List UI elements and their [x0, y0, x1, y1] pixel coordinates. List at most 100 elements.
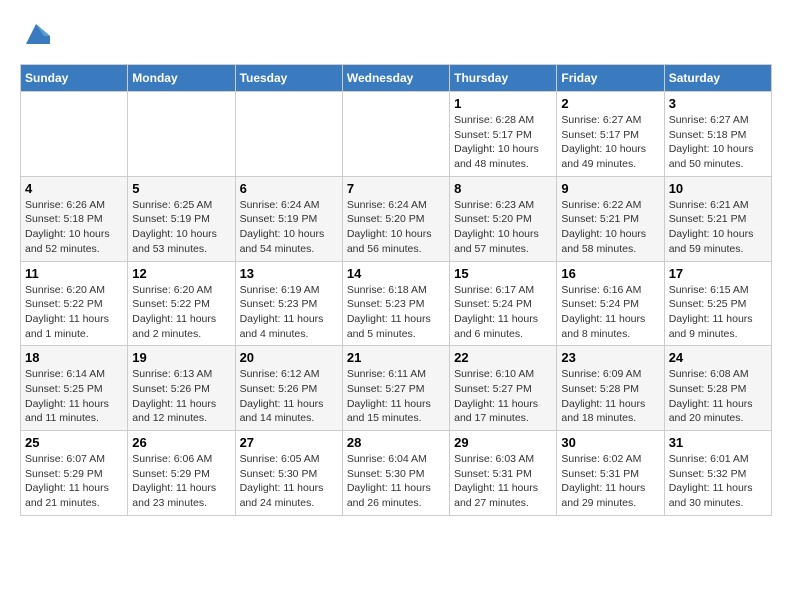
- day-info: Sunrise: 6:25 AMSunset: 5:19 PMDaylight:…: [132, 198, 230, 257]
- logo-icon: [22, 20, 50, 48]
- day-number: 31: [669, 435, 767, 450]
- calendar-cell: 13Sunrise: 6:19 AMSunset: 5:23 PMDayligh…: [235, 261, 342, 346]
- calendar-cell: 17 Sunrise: 6:15 AMSunset: 5:25 PMDayligh…: [664, 261, 771, 346]
- calendar-cell: 7Sunrise: 6:24 AMSunset: 5:20 PMDaylight…: [342, 176, 449, 261]
- calendar-cell: 1 Sunrise: 6:28 AMSunset: 5:17 PMDaylight…: [450, 92, 557, 177]
- calendar-week-row: 18Sunrise: 6:14 AMSunset: 5:25 PMDayligh…: [21, 346, 772, 431]
- day-number: 22: [454, 350, 552, 365]
- calendar-cell: 28 Sunrise: 6:04 AMSunset: 5:30 PMDayligh…: [342, 431, 449, 516]
- day-number: 8: [454, 181, 552, 196]
- calendar-cell: 15 Sunrise: 6:17 AMSunset: 5:24 PMDayligh…: [450, 261, 557, 346]
- day-number: 25: [25, 435, 123, 450]
- day-number: 16: [561, 266, 659, 281]
- calendar-week-row: 4Sunrise: 6:26 AMSunset: 5:18 PMDaylight…: [21, 176, 772, 261]
- day-info: Sunrise: 6:27 AMSunset: 5:18 PMDaylight:…: [669, 113, 767, 172]
- day-number: 20: [240, 350, 338, 365]
- day-number: 6: [240, 181, 338, 196]
- calendar-cell: [21, 92, 128, 177]
- day-info: Sunrise: 6:01 AMSunset: 5:32 PMDaylight:…: [669, 452, 767, 511]
- calendar-week-row: 25 Sunrise: 6:07 AMSunset: 5:29 PMDayligh…: [21, 431, 772, 516]
- day-info: Sunrise: 6:21 AMSunset: 5:21 PMDaylight:…: [669, 198, 767, 257]
- day-number: 30: [561, 435, 659, 450]
- day-number: 29: [454, 435, 552, 450]
- calendar-cell: 21 Sunrise: 6:11 AMSunset: 5:27 PMDayligh…: [342, 346, 449, 431]
- column-header-tuesday: Tuesday: [235, 65, 342, 92]
- day-info: Sunrise: 6:17 AMSunset: 5:24 PMDaylight:…: [454, 283, 552, 342]
- logo: [20, 20, 50, 48]
- day-info: Sunrise: 6:05 AMSunset: 5:30 PMDaylight:…: [240, 452, 338, 511]
- day-info: Sunrise: 6:22 AMSunset: 5:21 PMDaylight:…: [561, 198, 659, 257]
- day-info: Sunrise: 6:09 AMSunset: 5:28 PMDaylight:…: [561, 367, 659, 426]
- calendar-header-row: SundayMondayTuesdayWednesdayThursdayFrid…: [21, 65, 772, 92]
- calendar-week-row: 11Sunrise: 6:20 AMSunset: 5:22 PMDayligh…: [21, 261, 772, 346]
- calendar-cell: 5 Sunrise: 6:25 AMSunset: 5:19 PMDaylight…: [128, 176, 235, 261]
- day-number: 17: [669, 266, 767, 281]
- day-info: Sunrise: 6:11 AMSunset: 5:27 PMDaylight:…: [347, 367, 445, 426]
- day-info: Sunrise: 6:20 AMSunset: 5:22 PMDaylight:…: [132, 283, 230, 342]
- day-info: Sunrise: 6:13 AMSunset: 5:26 PMDaylight:…: [132, 367, 230, 426]
- calendar-cell: [128, 92, 235, 177]
- day-info: Sunrise: 6:24 AMSunset: 5:19 PMDaylight:…: [240, 198, 338, 257]
- day-number: 10: [669, 181, 767, 196]
- calendar-cell: 4Sunrise: 6:26 AMSunset: 5:18 PMDaylight…: [21, 176, 128, 261]
- day-info: Sunrise: 6:07 AMSunset: 5:29 PMDaylight:…: [25, 452, 123, 511]
- calendar-cell: 30Sunrise: 6:02 AMSunset: 5:31 PMDayligh…: [557, 431, 664, 516]
- calendar-cell: [342, 92, 449, 177]
- calendar-table: SundayMondayTuesdayWednesdayThursdayFrid…: [20, 64, 772, 516]
- day-info: Sunrise: 6:16 AMSunset: 5:24 PMDaylight:…: [561, 283, 659, 342]
- day-info: Sunrise: 6:12 AMSunset: 5:26 PMDaylight:…: [240, 367, 338, 426]
- day-info: Sunrise: 6:19 AMSunset: 5:23 PMDaylight:…: [240, 283, 338, 342]
- calendar-cell: 24Sunrise: 6:08 AMSunset: 5:28 PMDayligh…: [664, 346, 771, 431]
- day-info: Sunrise: 6:08 AMSunset: 5:28 PMDaylight:…: [669, 367, 767, 426]
- day-number: 1: [454, 96, 552, 111]
- calendar-cell: 9 Sunrise: 6:22 AMSunset: 5:21 PMDaylight…: [557, 176, 664, 261]
- column-header-sunday: Sunday: [21, 65, 128, 92]
- calendar-cell: 12 Sunrise: 6:20 AMSunset: 5:22 PMDayligh…: [128, 261, 235, 346]
- calendar-cell: 29 Sunrise: 6:03 AMSunset: 5:31 PMDayligh…: [450, 431, 557, 516]
- day-info: Sunrise: 6:06 AMSunset: 5:29 PMDaylight:…: [132, 452, 230, 511]
- calendar-cell: 20 Sunrise: 6:12 AMSunset: 5:26 PMDayligh…: [235, 346, 342, 431]
- calendar-cell: 16 Sunrise: 6:16 AMSunset: 5:24 PMDayligh…: [557, 261, 664, 346]
- day-number: 27: [240, 435, 338, 450]
- day-info: Sunrise: 6:15 AMSunset: 5:25 PMDaylight:…: [669, 283, 767, 342]
- column-header-thursday: Thursday: [450, 65, 557, 92]
- day-info: Sunrise: 6:20 AMSunset: 5:22 PMDaylight:…: [25, 283, 123, 342]
- day-number: 12: [132, 266, 230, 281]
- column-header-friday: Friday: [557, 65, 664, 92]
- calendar-cell: 2 Sunrise: 6:27 AMSunset: 5:17 PMDaylight…: [557, 92, 664, 177]
- day-number: 9: [561, 181, 659, 196]
- calendar-cell: 19Sunrise: 6:13 AMSunset: 5:26 PMDayligh…: [128, 346, 235, 431]
- day-number: 18: [25, 350, 123, 365]
- day-number: 28: [347, 435, 445, 450]
- calendar-cell: 27 Sunrise: 6:05 AMSunset: 5:30 PMDayligh…: [235, 431, 342, 516]
- calendar-cell: 11Sunrise: 6:20 AMSunset: 5:22 PMDayligh…: [21, 261, 128, 346]
- day-number: 2: [561, 96, 659, 111]
- calendar-cell: 3 Sunrise: 6:27 AMSunset: 5:18 PMDaylight…: [664, 92, 771, 177]
- day-info: Sunrise: 6:03 AMSunset: 5:31 PMDaylight:…: [454, 452, 552, 511]
- day-number: 14: [347, 266, 445, 281]
- column-header-monday: Monday: [128, 65, 235, 92]
- page-header: [20, 20, 772, 48]
- calendar-cell: 8 Sunrise: 6:23 AMSunset: 5:20 PMDaylight…: [450, 176, 557, 261]
- column-header-saturday: Saturday: [664, 65, 771, 92]
- day-info: Sunrise: 6:04 AMSunset: 5:30 PMDaylight:…: [347, 452, 445, 511]
- day-info: Sunrise: 6:10 AMSunset: 5:27 PMDaylight:…: [454, 367, 552, 426]
- day-number: 15: [454, 266, 552, 281]
- column-header-wednesday: Wednesday: [342, 65, 449, 92]
- calendar-cell: 31 Sunrise: 6:01 AMSunset: 5:32 PMDayligh…: [664, 431, 771, 516]
- calendar-cell: 23Sunrise: 6:09 AMSunset: 5:28 PMDayligh…: [557, 346, 664, 431]
- calendar-week-row: 1 Sunrise: 6:28 AMSunset: 5:17 PMDaylight…: [21, 92, 772, 177]
- calendar-cell: 22 Sunrise: 6:10 AMSunset: 5:27 PMDayligh…: [450, 346, 557, 431]
- day-number: 3: [669, 96, 767, 111]
- calendar-cell: 6 Sunrise: 6:24 AMSunset: 5:19 PMDaylight…: [235, 176, 342, 261]
- calendar-cell: 18Sunrise: 6:14 AMSunset: 5:25 PMDayligh…: [21, 346, 128, 431]
- day-info: Sunrise: 6:23 AMSunset: 5:20 PMDaylight:…: [454, 198, 552, 257]
- calendar-cell: 14Sunrise: 6:18 AMSunset: 5:23 PMDayligh…: [342, 261, 449, 346]
- day-number: 7: [347, 181, 445, 196]
- day-number: 5: [132, 181, 230, 196]
- day-number: 21: [347, 350, 445, 365]
- day-info: Sunrise: 6:27 AMSunset: 5:17 PMDaylight:…: [561, 113, 659, 172]
- calendar-cell: 26Sunrise: 6:06 AMSunset: 5:29 PMDayligh…: [128, 431, 235, 516]
- day-info: Sunrise: 6:28 AMSunset: 5:17 PMDaylight:…: [454, 113, 552, 172]
- calendar-cell: 25 Sunrise: 6:07 AMSunset: 5:29 PMDayligh…: [21, 431, 128, 516]
